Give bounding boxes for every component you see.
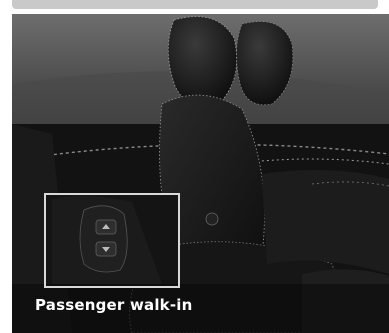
top-strip — [0, 0, 389, 14]
top-strip-shade — [12, 0, 378, 9]
inset-highlight-frame — [44, 193, 180, 288]
image-caption: Passenger walk-in — [35, 296, 193, 314]
seat-side-knob — [205, 212, 219, 226]
rear-bench — [262, 170, 389, 274]
product-image-frame: Passenger walk-in — [0, 0, 389, 333]
